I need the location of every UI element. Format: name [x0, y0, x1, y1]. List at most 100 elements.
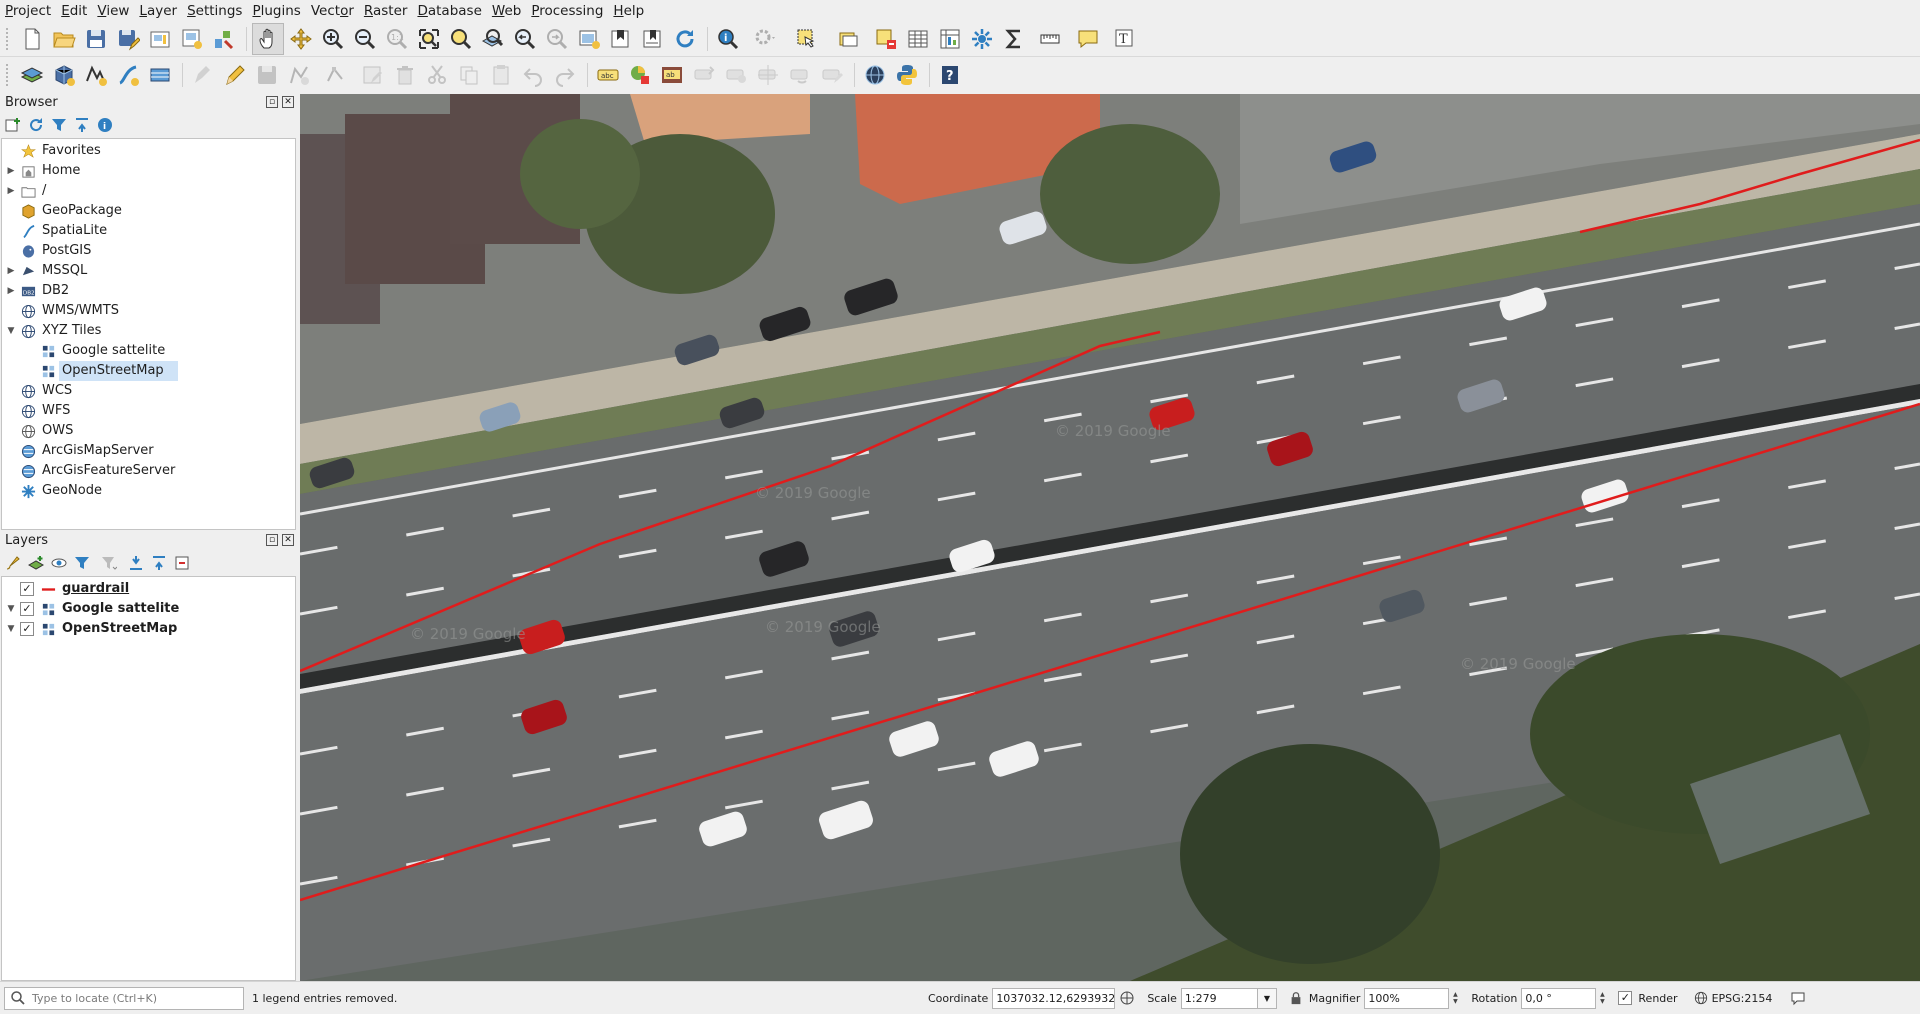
pan-button[interactable] [252, 23, 284, 55]
browser-item[interactable]: Favorites [2, 141, 295, 161]
menu-help[interactable]: Help [608, 0, 649, 22]
style-manager-button[interactable] [209, 24, 239, 54]
browser-item[interactable]: OWS [2, 421, 295, 441]
collapse-arrow-icon[interactable]: ▶ [2, 161, 20, 181]
undo-button[interactable] [518, 60, 548, 90]
modify-attributes-button[interactable] [358, 60, 388, 90]
add-feature-button[interactable] [284, 60, 314, 90]
layer-item[interactable]: ▼ ✓ OpenStreetMap [2, 619, 295, 639]
browser-item[interactable]: WMS/WMTS [2, 301, 295, 321]
select-by-value-button[interactable] [829, 24, 869, 54]
cut-features-button[interactable] [422, 60, 452, 90]
refresh-button[interactable] [670, 24, 700, 54]
menu-layer[interactable]: Layer [134, 0, 182, 22]
layer-visibility-checkbox[interactable]: ✓ [20, 622, 34, 636]
coordinate-field[interactable]: 1037032.12,6293932.14 [992, 987, 1116, 1009]
delete-selected-button[interactable] [390, 60, 420, 90]
menu-web[interactable]: Web [487, 0, 526, 22]
python-console-button[interactable] [892, 60, 922, 90]
rotate-label-button[interactable] [785, 60, 815, 90]
rotation-spinbox[interactable]: 0,0 ° [1521, 987, 1597, 1009]
browser-item[interactable]: WFS [2, 401, 295, 421]
browser-item[interactable]: WCS [2, 381, 295, 401]
open-project-button[interactable] [49, 24, 79, 54]
new-project-button[interactable] [17, 24, 47, 54]
menu-settings[interactable]: Settings [182, 0, 247, 22]
float-panel-button[interactable]: ▫ [266, 534, 278, 546]
redo-button[interactable] [550, 60, 580, 90]
browser-item[interactable]: PostGIS [2, 241, 295, 261]
toolbar-grip[interactable] [6, 28, 12, 50]
magnifier-spinbox[interactable]: 100% [1364, 987, 1450, 1009]
zoom-next-button[interactable] [542, 24, 572, 54]
browser-item[interactable]: ▶ MSSQL [2, 261, 295, 281]
browser-item[interactable]: ▶ Home [2, 161, 295, 181]
collapse-arrow-icon[interactable]: ▶ [2, 181, 20, 201]
statistical-summary-button[interactable] [999, 24, 1029, 54]
new-virtual-layer-button[interactable] [145, 60, 175, 90]
zoom-native-button[interactable]: 1:1 [382, 24, 412, 54]
save-edits-button[interactable] [252, 60, 282, 90]
show-hide-labels-button[interactable] [721, 60, 751, 90]
deselect-all-button[interactable] [871, 24, 901, 54]
float-panel-button[interactable]: ▫ [266, 96, 278, 108]
zoom-out-button[interactable] [350, 24, 380, 54]
map-tips-button[interactable] [1073, 24, 1103, 54]
browser-item[interactable]: ▶ / [2, 181, 295, 201]
text-annotation-button[interactable]: T [1105, 24, 1145, 54]
vertex-tool-button[interactable] [316, 60, 356, 90]
pin-labels-button[interactable] [689, 60, 719, 90]
select-features-button[interactable] [787, 24, 827, 54]
save-as-button[interactable] [113, 24, 143, 54]
menu-plugins[interactable]: Plugins [247, 0, 305, 22]
open-layer-styling-button[interactable] [4, 554, 22, 572]
highlight-labels-button[interactable]: ab [657, 60, 687, 90]
spin-buttons[interactable]: ▲ ▼ [1449, 989, 1461, 1008]
collapse-all-button[interactable] [73, 116, 91, 134]
help-button[interactable]: ? [935, 60, 965, 90]
menu-edit[interactable]: Edit [56, 0, 92, 22]
chevron-down-icon[interactable]: ▼ [1257, 987, 1277, 1009]
move-label-button[interactable] [753, 60, 783, 90]
save-project-button[interactable] [81, 24, 111, 54]
browser-item[interactable]: GeoNode [2, 481, 295, 501]
layer-item[interactable]: ▼ ✓ Google sattelite [2, 599, 295, 619]
browser-item[interactable]: Google sattelite [2, 341, 295, 361]
layer-labeling-button[interactable]: abc [593, 60, 623, 90]
identify-button[interactable]: i [713, 24, 743, 54]
browser-item[interactable]: ArcGisFeatureServer [2, 461, 295, 481]
extents-toggle-icon[interactable] [1119, 990, 1135, 1006]
zoom-to-layer-button[interactable] [478, 24, 508, 54]
messages-icon[interactable] [1790, 990, 1806, 1006]
toggle-editing-button[interactable] [220, 60, 250, 90]
expand-arrow-icon[interactable]: ▼ [2, 619, 20, 639]
browser-item[interactable]: ▶ DB2 DB2 [2, 281, 295, 301]
zoom-last-button[interactable] [510, 24, 540, 54]
close-panel-button[interactable]: ✕ [282, 96, 294, 108]
add-selected-layers-button[interactable] [4, 116, 22, 134]
remove-layer-button[interactable] [173, 554, 191, 572]
menu-processing[interactable]: Processing [526, 0, 608, 22]
new-print-layout-button[interactable] [145, 24, 175, 54]
lock-icon[interactable] [1289, 991, 1303, 1005]
globe-button[interactable] [860, 60, 890, 90]
layout-manager-button[interactable] [177, 24, 207, 54]
browser-item[interactable]: OpenStreetMap [2, 361, 295, 381]
close-panel-button[interactable]: ✕ [282, 534, 294, 546]
menu-project[interactable]: Project [0, 0, 56, 22]
expand-all-button[interactable] [127, 554, 145, 572]
toolbar-grip[interactable] [6, 64, 12, 86]
collapse-arrow-icon[interactable]: ▶ [2, 281, 20, 301]
data-source-manager-button[interactable] [17, 60, 47, 90]
new-shapefile-button[interactable] [81, 60, 111, 90]
map-canvas[interactable]: © 2019 Google © 2019 Google © 2019 Googl… [300, 94, 1920, 981]
scale-combo[interactable]: 1:279 [1180, 987, 1258, 1009]
zoom-full-button[interactable] [414, 24, 444, 54]
change-label-button[interactable] [817, 60, 847, 90]
new-geopackage-button[interactable] [49, 60, 79, 90]
zoom-to-selection-button[interactable] [446, 24, 476, 54]
measure-line-button[interactable] [1031, 24, 1071, 54]
locator-search-input[interactable]: Type to locate (Ctrl+K) [4, 986, 244, 1010]
copy-features-button[interactable] [454, 60, 484, 90]
paste-features-button[interactable] [486, 60, 516, 90]
